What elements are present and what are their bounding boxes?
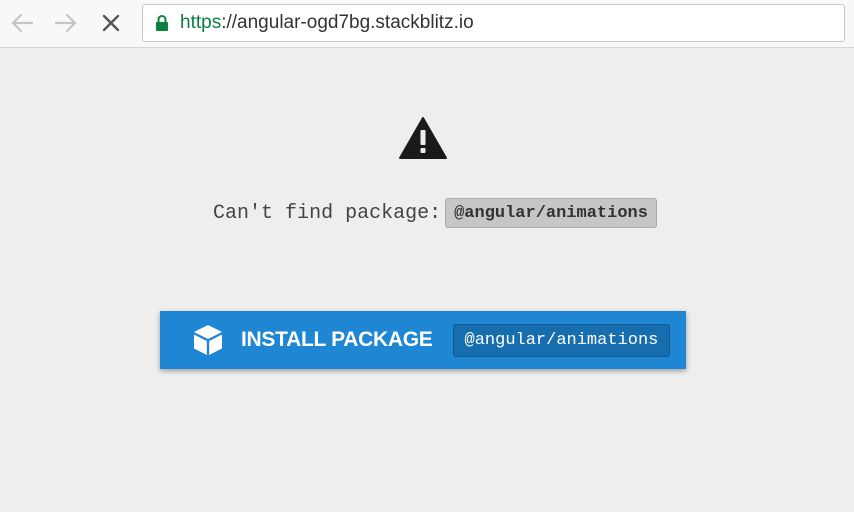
error-message: Can't find package: @angular/animations: [0, 198, 854, 228]
back-button[interactable]: [7, 8, 37, 38]
url-text[interactable]: https://angular-ogd7bg.stackblitz.io: [180, 12, 474, 34]
close-icon: [102, 14, 120, 32]
install-package-name: @angular/animations: [452, 323, 671, 357]
warning-icon: [399, 117, 447, 159]
url-host: angular-ogd7bg.stackblitz.io: [237, 12, 474, 33]
browser-toolbar: https://angular-ogd7bg.stackblitz.io: [0, 0, 854, 48]
arrow-left-icon: [11, 13, 33, 33]
missing-package-badge: @angular/animations: [445, 198, 657, 228]
install-package-button[interactable]: INSTALL PACKAGE @angular/animations: [160, 311, 686, 369]
url-separator: ://: [221, 12, 238, 33]
url-scheme: https: [180, 12, 222, 33]
package-box-icon: [191, 323, 225, 357]
arrow-right-icon: [55, 13, 77, 33]
address-bar[interactable]: https://angular-ogd7bg.stackblitz.io: [142, 4, 845, 42]
install-button-label: INSTALL PACKAGE: [241, 328, 433, 351]
error-message-text: Can't find package:: [213, 201, 442, 225]
forward-button[interactable]: [51, 8, 81, 38]
stop-loading-button[interactable]: [96, 8, 126, 38]
lock-icon[interactable]: [154, 14, 170, 32]
